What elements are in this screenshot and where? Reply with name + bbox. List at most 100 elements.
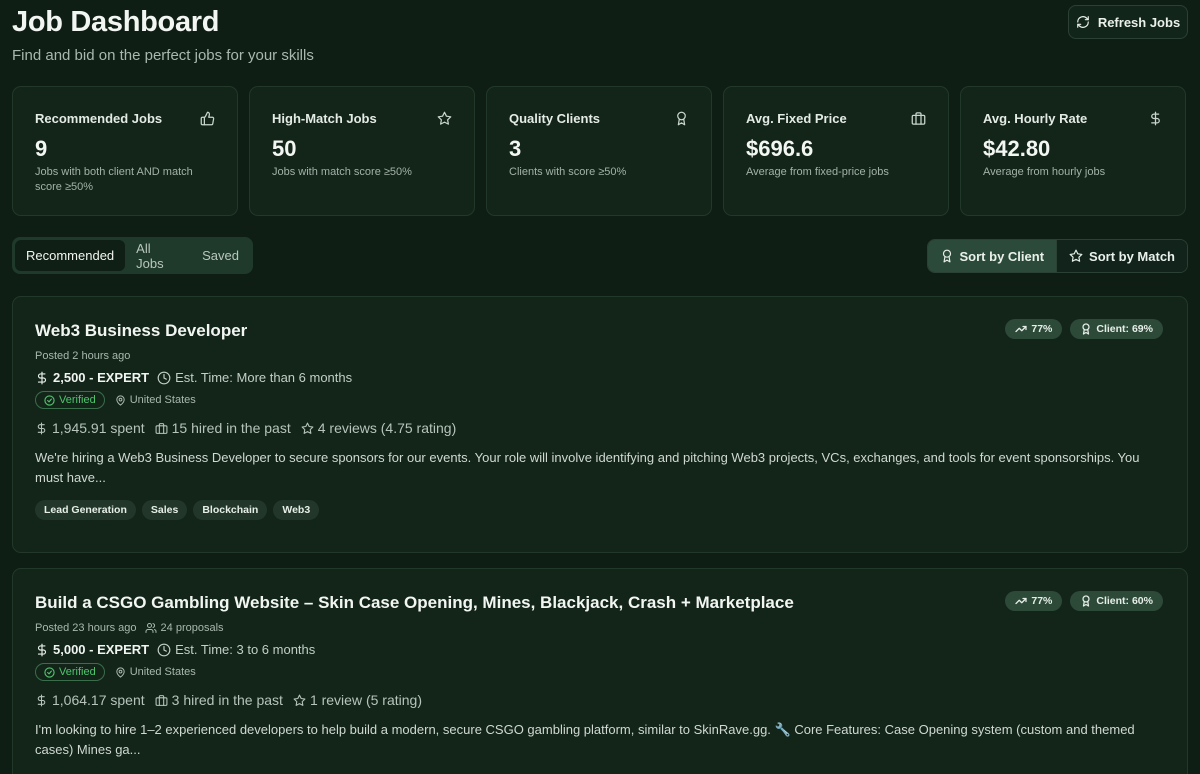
est-time: Est. Time: More than 6 months [157,370,352,385]
client-history: 1,064.17 spent 3 hired in the past 1 rev… [35,692,1165,708]
job-tags: Lead Generation Sales Blockchain Web3 [35,500,1165,520]
sort-toggle-group: Sort by Client Sort by Match [926,239,1188,273]
client-verification: Verified United States [35,663,1165,681]
briefcase-icon [911,111,926,126]
posted-time: Posted 2 hours ago [35,350,131,362]
stat-label: Avg. Hourly Rate [983,111,1088,126]
job-description: We're hiring a Web3 Business Developer t… [35,450,1140,485]
job-title[interactable]: Build a CSGO Gambling Website – Skin Cas… [35,593,1165,613]
refresh-jobs-button[interactable]: Refresh Jobs [1068,5,1188,39]
client-location: United States [115,666,196,678]
trending-up-icon [1015,595,1027,607]
stat-value: $696.6 [746,136,814,161]
job-price-value: 2,500 - EXPERT [53,370,150,385]
star-icon [301,422,314,435]
tab-all-jobs[interactable]: All Jobs [125,240,191,271]
trending-up-icon [1015,323,1027,335]
check-circle-icon [44,666,55,678]
stat-description: Average from hourly jobs [983,166,1106,178]
posted-time: Posted 23 hours ago [35,622,137,634]
job-price-value: 5,000 - EXPERT [53,642,150,657]
stat-value: 3 [509,136,522,161]
map-pin-icon [115,394,126,406]
client-verification: Verified United States [35,391,1165,409]
dollar-icon [35,694,48,707]
client-reviews: 4 reviews (4.75 rating) [301,420,457,436]
briefcase-icon [155,422,168,435]
stat-description: Jobs with both client AND match score ≥5… [35,166,193,193]
tab-saved[interactable]: Saved [191,240,250,271]
skill-tag: Lead Generation [35,500,136,520]
stats-row: Recommended Jobs 9 Jobs with both client… [12,86,1186,216]
sort-by-match-button[interactable]: Sort by Match [1056,240,1187,272]
job-title[interactable]: Web3 Business Developer [35,321,1165,341]
stat-value: 9 [35,136,48,161]
client-score-badge: Client: 69% [1070,319,1163,339]
tab-recommended[interactable]: Recommended [15,240,126,271]
client-spent: 1,945.91 spent [35,420,145,436]
client-score-value: Client: 60% [1096,595,1153,607]
star-icon [1069,249,1083,263]
job-tabs: Recommended All Jobs Saved [12,237,253,274]
stat-card-avg-hourly-rate: Avg. Hourly Rate $42.80 Average from hou… [960,86,1186,216]
stat-description: Average from fixed-price jobs [746,166,889,178]
map-pin-icon [115,666,126,678]
skill-tag: Web3 [273,500,320,520]
stat-description: Jobs with match score ≥50% [272,166,412,178]
match-score-badge: 77% [1005,319,1063,339]
job-card[interactable]: Build a CSGO Gambling Website – Skin Cas… [12,568,1188,774]
client-spent-value: 1,064.17 spent [52,692,145,708]
client-hired: 3 hired in the past [155,692,283,708]
star-icon [293,694,306,707]
users-icon [145,622,157,634]
refresh-icon [1076,15,1090,29]
briefcase-icon [155,694,168,707]
client-spent: 1,064.17 spent [35,692,145,708]
check-circle-icon [44,394,55,406]
job-meta: Posted 23 hours ago 24 proposals [35,622,1165,634]
location-value: United States [129,666,196,678]
client-history: 1,945.91 spent 15 hired in the past 4 re… [35,420,1165,436]
dollar-icon [1148,111,1163,126]
client-hired-value: 15 hired in the past [171,420,291,436]
page-header: Job Dashboard Find and bid on the perfec… [12,6,314,64]
award-icon [1080,595,1092,607]
award-icon [674,111,689,126]
award-icon [940,249,954,263]
est-time: Est. Time: 3 to 6 months [157,642,315,657]
skill-tag: Sales [141,500,188,520]
client-location: United States [115,394,196,406]
verified-badge: Verified [35,663,105,681]
proposals-value: 24 proposals [160,622,224,634]
page-title: Job Dashboard [12,6,220,38]
job-description: I'm looking to hire 1–2 experienced deve… [35,722,1135,757]
stat-card-recommended-jobs: Recommended Jobs 9 Jobs with both client… [12,86,238,216]
stat-label: Recommended Jobs [35,111,163,126]
client-hired: 15 hired in the past [155,420,291,436]
client-reviews-value: 4 reviews (4.75 rating) [317,420,457,436]
proposals-count: 24 proposals [145,622,224,634]
verified-label: Verified [59,394,96,406]
job-meta: Posted 2 hours ago [35,350,1165,362]
job-card[interactable]: Web3 Business Developer 77% Client: 69% … [12,296,1188,553]
award-icon [1080,323,1092,335]
client-reviews: 1 review (5 rating) [293,692,422,708]
location-value: United States [129,394,196,406]
page-subtitle: Find and bid on the perfect jobs for you… [12,47,314,64]
stat-label: Avg. Fixed Price [746,111,847,126]
job-badges: 77% Client: 69% [1005,319,1163,339]
star-icon [437,111,452,126]
client-reviews-value: 1 review (5 rating) [309,692,422,708]
job-price-line: 5,000 - EXPERT Est. Time: 3 to 6 months [35,642,1165,657]
client-score-value: Client: 69% [1096,323,1153,335]
clock-icon [157,643,171,657]
client-score-badge: Client: 60% [1070,591,1163,611]
sort-by-client-button[interactable]: Sort by Client [927,240,1057,272]
stat-card-high-match-jobs: High-Match Jobs 50 Jobs with match score… [249,86,475,216]
verified-badge: Verified [35,391,105,409]
dollar-icon [35,643,49,657]
match-score-value: 77% [1031,595,1053,607]
client-spent-value: 1,945.91 spent [52,420,145,436]
dollar-icon [35,371,49,385]
match-score-badge: 77% [1005,591,1063,611]
